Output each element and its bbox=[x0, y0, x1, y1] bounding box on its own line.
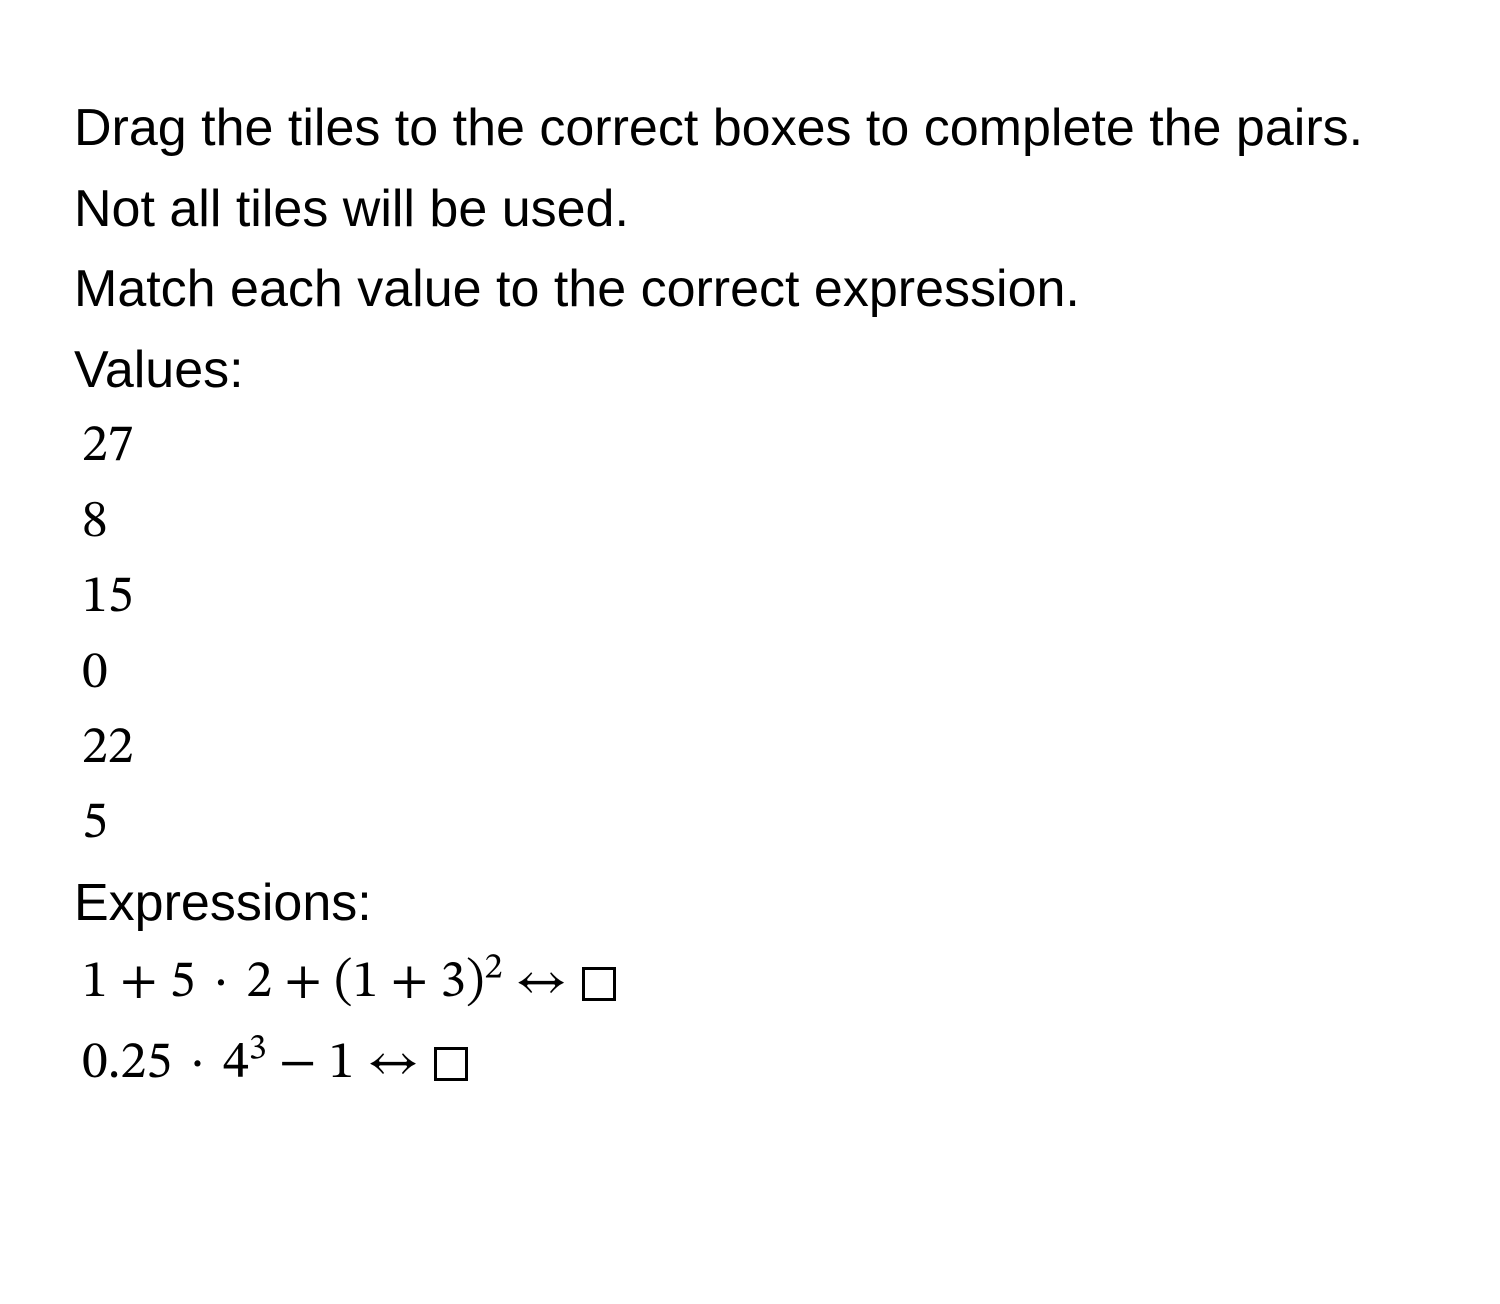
dot-operator-icon: · bbox=[190, 1038, 205, 1090]
maps-to-arrow-icon: ↔ bbox=[517, 943, 566, 1024]
expr-part: 1 + 5 bbox=[82, 957, 195, 1009]
dot-operator-icon: · bbox=[214, 957, 229, 1009]
answer-drop-box[interactable] bbox=[434, 1047, 468, 1081]
expr-part: − 1 bbox=[267, 1038, 355, 1090]
maps-to-arrow-icon: ↔ bbox=[368, 1024, 417, 1105]
instruction-text-2: Match each value to the correct expressi… bbox=[74, 249, 1426, 330]
value-tile[interactable]: 22 bbox=[82, 712, 1426, 787]
value-tile[interactable]: 8 bbox=[82, 486, 1426, 561]
value-tile[interactable]: 0 bbox=[82, 637, 1426, 712]
expr-part: 2 + (1 + 3) bbox=[246, 957, 484, 1009]
value-tile[interactable]: 27 bbox=[82, 410, 1426, 485]
answer-drop-box[interactable] bbox=[582, 967, 616, 1001]
expression-text: 1 + 5 · 2 + (1 + 3)2 bbox=[82, 943, 503, 1024]
expressions-list: 1 + 5 · 2 + (1 + 3)2 ↔ 0.25 · 43 − 1 ↔ bbox=[74, 943, 1426, 1104]
expr-superscript: 2 bbox=[485, 950, 503, 987]
value-tile[interactable]: 15 bbox=[82, 561, 1426, 636]
value-tile[interactable]: 5 bbox=[82, 787, 1426, 862]
expr-part: 0.25 bbox=[82, 1038, 172, 1090]
expression-row: 0.25 · 43 − 1 ↔ bbox=[82, 1024, 1426, 1105]
expressions-heading: Expressions: bbox=[74, 863, 1426, 944]
expr-part: 4 bbox=[223, 1038, 249, 1090]
expression-row: 1 + 5 · 2 + (1 + 3)2 ↔ bbox=[82, 943, 1426, 1024]
expr-superscript: 3 bbox=[249, 1031, 267, 1068]
expression-text: 0.25 · 43 − 1 bbox=[82, 1024, 354, 1105]
values-list: 27 8 15 0 22 5 bbox=[74, 410, 1426, 862]
values-heading: Values: bbox=[74, 330, 1426, 411]
question-page: Drag the tiles to the correct boxes to c… bbox=[0, 0, 1500, 1105]
instruction-text-1: Drag the tiles to the correct boxes to c… bbox=[74, 88, 1426, 249]
